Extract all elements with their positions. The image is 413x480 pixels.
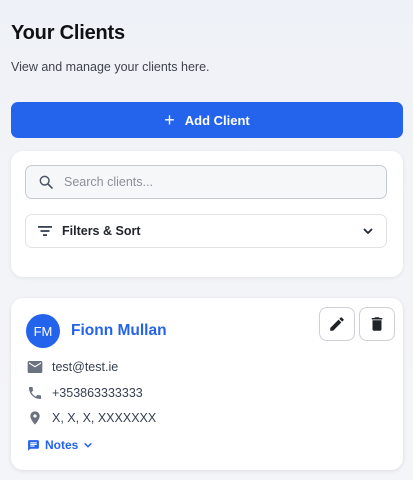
email-row: test@test.ie <box>27 360 118 374</box>
client-address: X, X, X, XXXXXXX <box>52 411 157 425</box>
chevron-down-icon <box>363 228 373 234</box>
filters-sort-dropdown[interactable]: Filters & Sort <box>25 214 387 248</box>
pencil-icon <box>330 317 344 331</box>
edit-client-button[interactable] <box>319 307 355 341</box>
filters-sort-label: Filters & Sort <box>62 224 141 238</box>
client-phone: +353863333333 <box>52 386 143 400</box>
phone-icon <box>29 387 41 399</box>
plus-icon: + <box>164 110 175 130</box>
search-filter-panel: Filters & Sort <box>11 151 403 277</box>
search-box[interactable] <box>25 165 387 199</box>
notes-toggle[interactable]: Notes <box>27 438 93 452</box>
add-client-button[interactable]: + Add Client <box>11 102 403 138</box>
add-client-label: Add Client <box>184 112 250 128</box>
location-pin-icon <box>30 411 40 425</box>
client-name[interactable]: Fionn Mullan <box>71 322 167 340</box>
page-header: Your Clients View and manage your client… <box>11 22 210 74</box>
avatar: FM <box>26 314 60 348</box>
filter-icon <box>38 226 52 236</box>
notes-icon <box>28 439 39 451</box>
client-email: test@test.ie <box>52 360 119 374</box>
delete-client-button[interactable] <box>359 307 395 341</box>
phone-row: +353863333333 <box>27 385 143 401</box>
trash-icon <box>371 317 383 331</box>
client-card: FM Fionn Mullan test@test.ie +3538633333… <box>11 298 403 470</box>
page-subtitle: View and manage your clients here. <box>11 60 210 74</box>
search-input[interactable] <box>64 175 354 189</box>
address-row: X, X, X, XXXXXXX <box>27 410 156 426</box>
chevron-down-icon <box>84 443 93 448</box>
page-title: Your Clients <box>11 22 125 44</box>
mail-icon <box>27 361 43 373</box>
search-icon <box>39 175 53 189</box>
notes-label: Notes <box>45 438 79 452</box>
